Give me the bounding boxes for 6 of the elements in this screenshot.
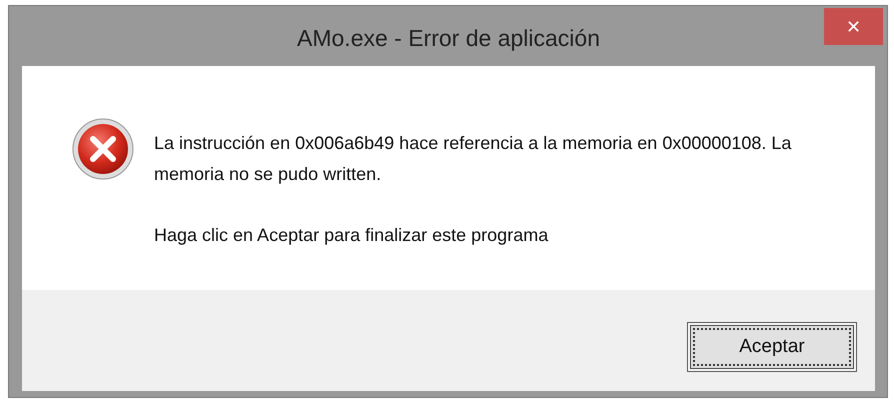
error-icon xyxy=(72,118,134,180)
window-title: AMo.exe - Error de aplicación xyxy=(297,24,600,52)
close-button[interactable]: ✕ xyxy=(824,8,883,45)
accept-button[interactable]: Aceptar xyxy=(687,322,857,372)
message-text: Haga clic en Aceptar para finalizar este programa xyxy=(154,224,550,247)
message-text: La instrucción en 0x006a6b49 hace referencia a la memoria en 0x00000108. La memoria no se pudo written. xyxy=(154,132,792,186)
